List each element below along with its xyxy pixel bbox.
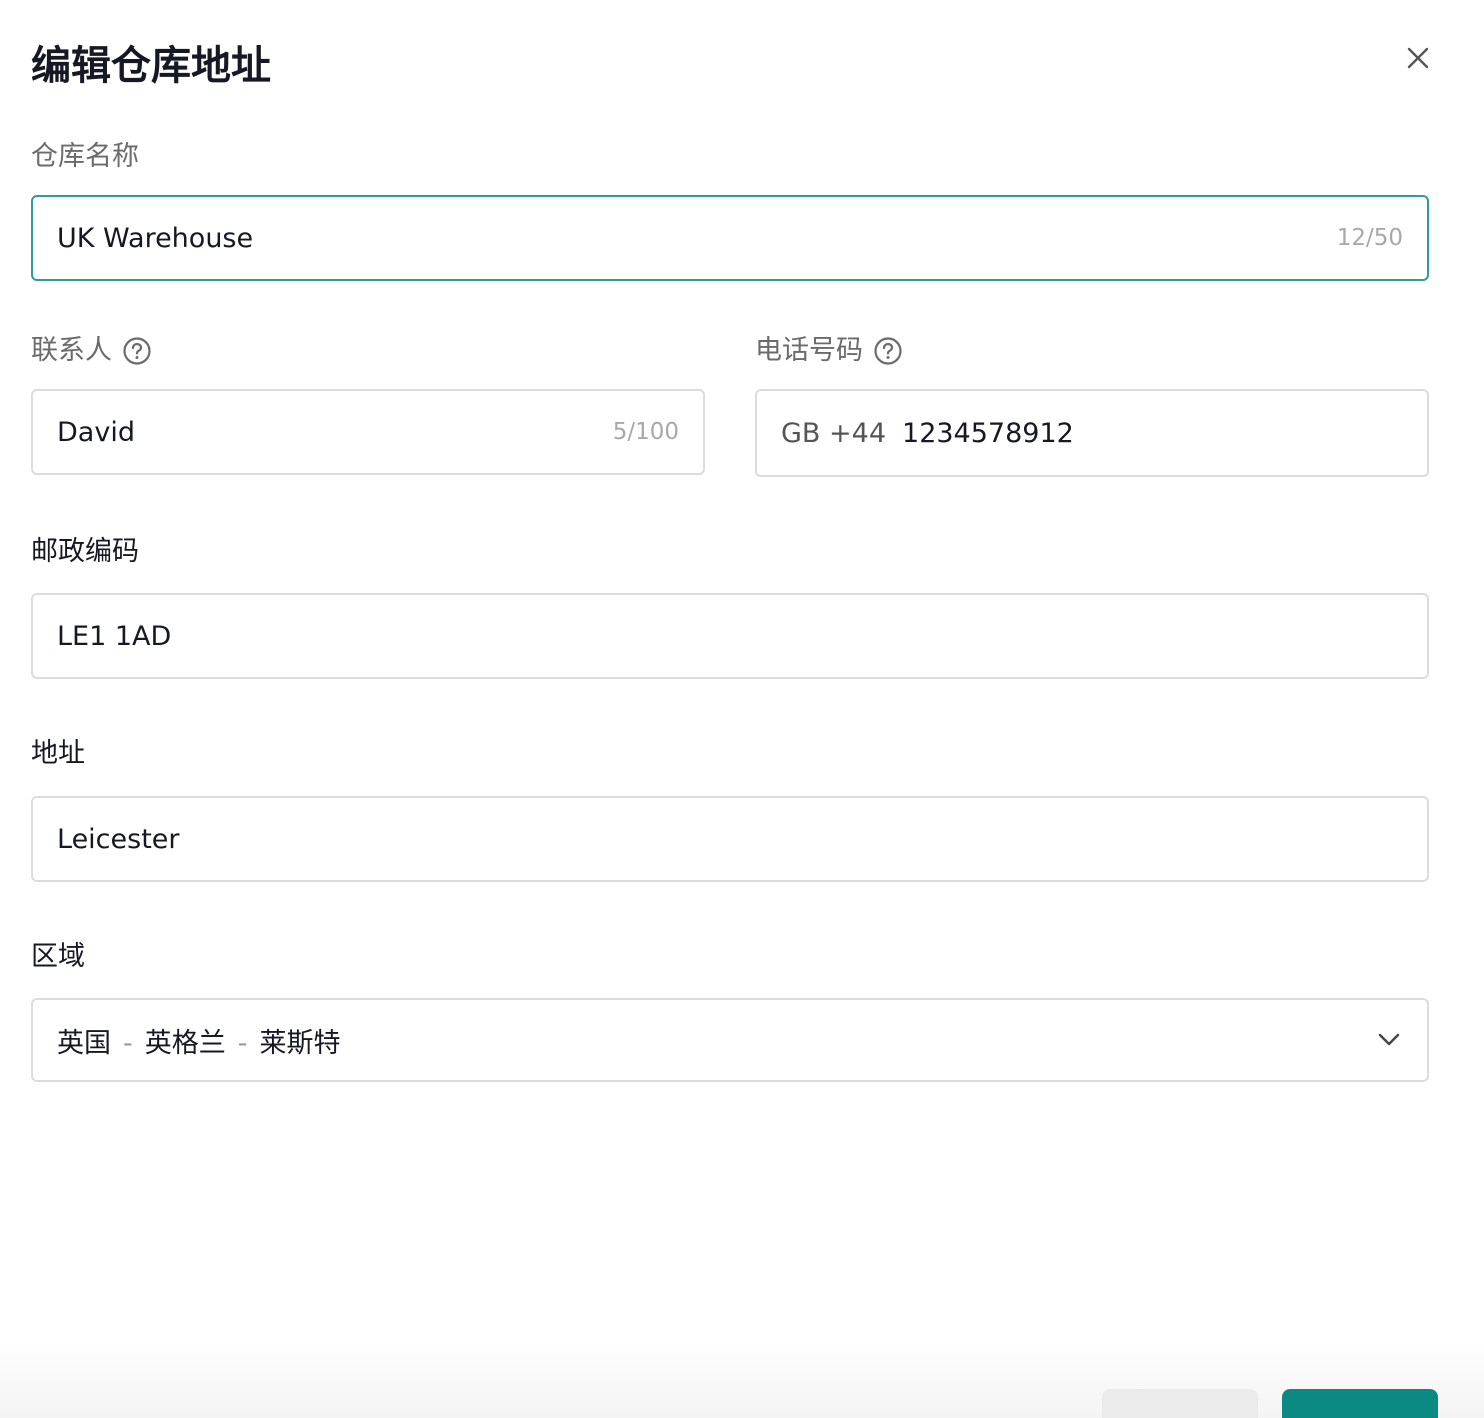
region-dropdown-toggle[interactable] <box>1375 1026 1403 1054</box>
dialog-footer <box>0 1340 1484 1418</box>
warehouse-name-value: UK Warehouse <box>57 222 254 254</box>
cancel-button[interactable] <box>1102 1389 1258 1418</box>
region-separator: - <box>237 1027 248 1059</box>
address-value: Leicester <box>57 823 180 855</box>
save-button[interactable] <box>1282 1389 1438 1418</box>
postal-code-label: 邮政编码 <box>31 534 139 570</box>
phone-value: 1234578912 <box>902 417 1074 449</box>
region-country: 英国 <box>57 1027 111 1059</box>
warehouse-name-counter: 12/50 <box>1336 225 1403 251</box>
contact-label-text: 联系人 <box>31 335 112 366</box>
region-label-text: 区域 <box>31 941 85 972</box>
contact-label: 联系人 <box>31 333 152 369</box>
warehouse-name-label-text: 仓库名称 <box>31 141 139 172</box>
close-button[interactable] <box>1400 40 1436 76</box>
phone-country-code[interactable]: GB +44 <box>781 418 886 449</box>
chevron-down-icon <box>1378 1033 1400 1046</box>
question-circle-icon <box>874 337 902 365</box>
address-label-text: 地址 <box>31 738 85 769</box>
warehouse-name-label: 仓库名称 <box>31 139 139 175</box>
region-state: 英格兰 <box>144 1027 226 1059</box>
postal-code-label-text: 邮政编码 <box>31 536 139 567</box>
postal-code-value: LE1 1AD <box>57 620 172 652</box>
region-label: 区域 <box>31 939 85 975</box>
region-city: 莱斯特 <box>259 1027 341 1059</box>
contact-input[interactable]: David 5/100 <box>31 389 705 475</box>
warehouse-name-input[interactable]: UK Warehouse 12/50 <box>31 195 1429 281</box>
region-value: 英国 - 英格兰 - 莱斯特 <box>57 1021 1375 1060</box>
contact-help-icon[interactable] <box>122 336 152 366</box>
edit-warehouse-dialog: 编辑仓库地址 仓库名称 UK Warehouse 12/50 联系人 David… <box>0 0 1484 1418</box>
region-separator: - <box>123 1027 133 1059</box>
phone-input[interactable]: GB +44 1234578912 <box>755 389 1429 477</box>
region-select[interactable]: 英国 - 英格兰 - 莱斯特 <box>31 998 1429 1082</box>
contact-counter: 5/100 <box>612 419 679 445</box>
phone-help-icon[interactable] <box>873 336 903 366</box>
address-input[interactable]: Leicester <box>31 796 1429 882</box>
close-icon <box>1407 47 1429 69</box>
question-circle-icon <box>123 337 151 365</box>
contact-value: David <box>57 416 135 448</box>
postal-code-input[interactable]: LE1 1AD <box>31 593 1429 679</box>
address-label: 地址 <box>31 736 85 772</box>
phone-label: 电话号码 <box>755 333 903 369</box>
dialog-title: 编辑仓库地址 <box>31 43 271 89</box>
phone-label-text: 电话号码 <box>755 335 863 366</box>
